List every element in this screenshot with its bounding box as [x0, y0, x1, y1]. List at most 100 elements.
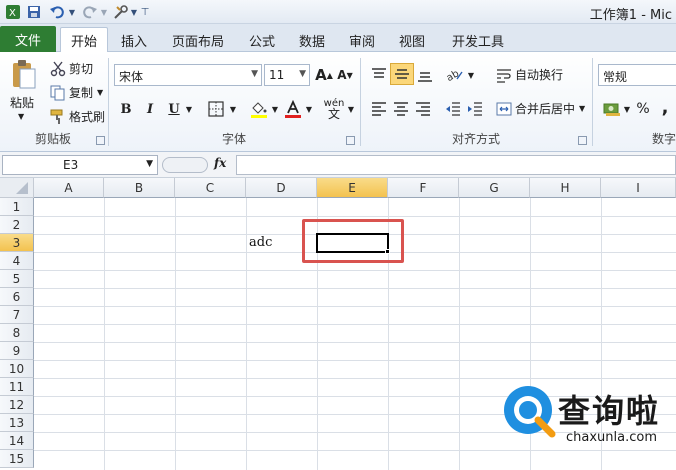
copy-button[interactable]: 复制 ▼: [50, 84, 103, 101]
formula-input[interactable]: [236, 155, 676, 175]
tab-page-layout[interactable]: 页面布局: [164, 28, 232, 52]
alignment-launcher-icon[interactable]: [578, 136, 587, 145]
font-launcher-icon[interactable]: [346, 136, 355, 145]
paste-icon[interactable]: [8, 58, 40, 92]
row-header-15[interactable]: 15: [0, 450, 34, 468]
chevron-down-icon: ▼: [146, 159, 153, 169]
row-header-3[interactable]: 3: [0, 234, 34, 252]
underline-button[interactable]: U: [164, 98, 184, 120]
accounting-dropdown-icon[interactable]: ▼: [622, 98, 632, 120]
fill-color-dropdown-icon[interactable]: ▼: [270, 98, 280, 120]
tab-developer[interactable]: 开发工具: [444, 28, 512, 52]
align-top-button[interactable]: [368, 64, 390, 86]
column-header-c[interactable]: C: [175, 178, 246, 198]
bold-button[interactable]: B: [116, 98, 136, 120]
row-header-2[interactable]: 2: [0, 216, 34, 234]
row-header-5[interactable]: 5: [0, 270, 34, 288]
shrink-font-button[interactable]: A ▼: [336, 64, 354, 86]
paste-dropdown-icon[interactable]: ▼: [18, 112, 24, 121]
borders-dropdown-icon[interactable]: ▼: [228, 98, 238, 120]
redo-dropdown-icon[interactable]: ▼: [100, 3, 108, 21]
tools-icon[interactable]: [112, 3, 130, 21]
copy-icon: [50, 85, 66, 101]
row-header-6[interactable]: 6: [0, 288, 34, 306]
font-color-button[interactable]: [282, 98, 304, 120]
percent-button[interactable]: %: [634, 98, 652, 120]
align-left-button[interactable]: [368, 98, 390, 120]
gridline: [34, 216, 676, 217]
align-middle-button[interactable]: [390, 63, 414, 85]
row-header-1[interactable]: 1: [0, 198, 34, 216]
grow-font-button[interactable]: A ▲: [314, 64, 334, 86]
copy-dropdown-icon[interactable]: ▼: [97, 88, 103, 97]
tab-data[interactable]: 数据: [290, 28, 334, 52]
borders-button[interactable]: [204, 98, 228, 120]
row-header-4[interactable]: 4: [0, 252, 34, 270]
select-all-corner[interactable]: [0, 178, 34, 198]
column-header-b[interactable]: B: [104, 178, 175, 198]
column-header-e[interactable]: E: [317, 178, 388, 198]
align-right-button[interactable]: [412, 98, 434, 120]
orientation-dropdown-icon[interactable]: ▼: [466, 64, 476, 86]
cut-button[interactable]: 剪切: [50, 60, 93, 77]
number-format-combo[interactable]: 常规: [598, 64, 676, 86]
font-name-combo[interactable]: 宋体 ▼: [114, 64, 262, 86]
underline-dropdown-icon[interactable]: ▼: [184, 98, 194, 120]
font-size-combo[interactable]: 11 ▼: [264, 64, 310, 86]
orientation-button[interactable]: ab: [444, 64, 466, 86]
row-header-13[interactable]: 13: [0, 414, 34, 432]
comma-style-button[interactable]: ,: [658, 96, 672, 118]
tab-home[interactable]: 开始: [60, 27, 108, 52]
customize-toolbar-icon[interactable]: ⊤: [140, 3, 150, 21]
align-center-button[interactable]: [390, 98, 412, 120]
row-header-7[interactable]: 7: [0, 306, 34, 324]
cell-d3[interactable]: adc: [249, 235, 272, 250]
row-header-12[interactable]: 12: [0, 396, 34, 414]
format-painter-button[interactable]: 格式刷: [50, 108, 105, 125]
column-header-d[interactable]: D: [246, 178, 317, 198]
increase-indent-button[interactable]: [464, 98, 486, 120]
clipboard-launcher-icon[interactable]: [96, 136, 105, 145]
window-title: 工作簿1 - Mic: [589, 8, 672, 23]
tab-file[interactable]: 文件: [0, 26, 56, 52]
row-header-8[interactable]: 8: [0, 324, 34, 342]
redo-icon[interactable]: [80, 3, 98, 21]
column-header-a[interactable]: A: [34, 178, 104, 198]
paste-button[interactable]: 粘贴: [10, 94, 34, 111]
wrap-text-button[interactable]: 自动换行: [496, 66, 563, 83]
font-group-label: 字体: [221, 132, 246, 146]
phonetic-guide-button[interactable]: wén 文: [322, 98, 346, 121]
undo-dropdown-icon[interactable]: ▼: [68, 3, 76, 21]
formula-bar-divider-handle[interactable]: [162, 157, 208, 173]
italic-button[interactable]: I: [140, 98, 160, 120]
merge-center-button[interactable]: 合并后居中 ▼: [496, 100, 585, 117]
tab-review[interactable]: 审阅: [340, 28, 384, 52]
tab-insert[interactable]: 插入: [112, 28, 156, 52]
number-format-value: 常规: [603, 70, 628, 84]
watermark-url: chaxunla.com: [566, 430, 657, 445]
accounting-format-button[interactable]: [600, 98, 624, 120]
save-icon[interactable]: [26, 3, 42, 21]
decrease-indent-button[interactable]: [442, 98, 464, 120]
merge-dropdown-icon[interactable]: ▼: [579, 104, 585, 113]
column-header-h[interactable]: H: [530, 178, 601, 198]
phonetic-dropdown-icon[interactable]: ▼: [346, 98, 356, 120]
tools-dropdown-icon[interactable]: ▼: [130, 3, 138, 21]
fill-color-button[interactable]: [248, 98, 270, 120]
row-header-11[interactable]: 11: [0, 378, 34, 396]
row-header-14[interactable]: 14: [0, 432, 34, 450]
column-header-g[interactable]: G: [459, 178, 530, 198]
row-header-10[interactable]: 10: [0, 360, 34, 378]
undo-icon[interactable]: [48, 3, 68, 21]
currency-icon: [603, 103, 620, 116]
row-header-9[interactable]: 9: [0, 342, 34, 360]
column-header-f[interactable]: F: [388, 178, 459, 198]
tab-view[interactable]: 视图: [390, 28, 434, 52]
column-header-i[interactable]: I: [601, 178, 676, 198]
tab-formulas[interactable]: 公式: [240, 28, 284, 52]
excel-app-icon[interactable]: X: [6, 3, 20, 21]
insert-function-icon[interactable]: fx: [214, 156, 226, 170]
name-box[interactable]: E3 ▼: [2, 155, 158, 175]
align-bottom-button[interactable]: [414, 64, 436, 86]
font-color-dropdown-icon[interactable]: ▼: [304, 98, 314, 120]
